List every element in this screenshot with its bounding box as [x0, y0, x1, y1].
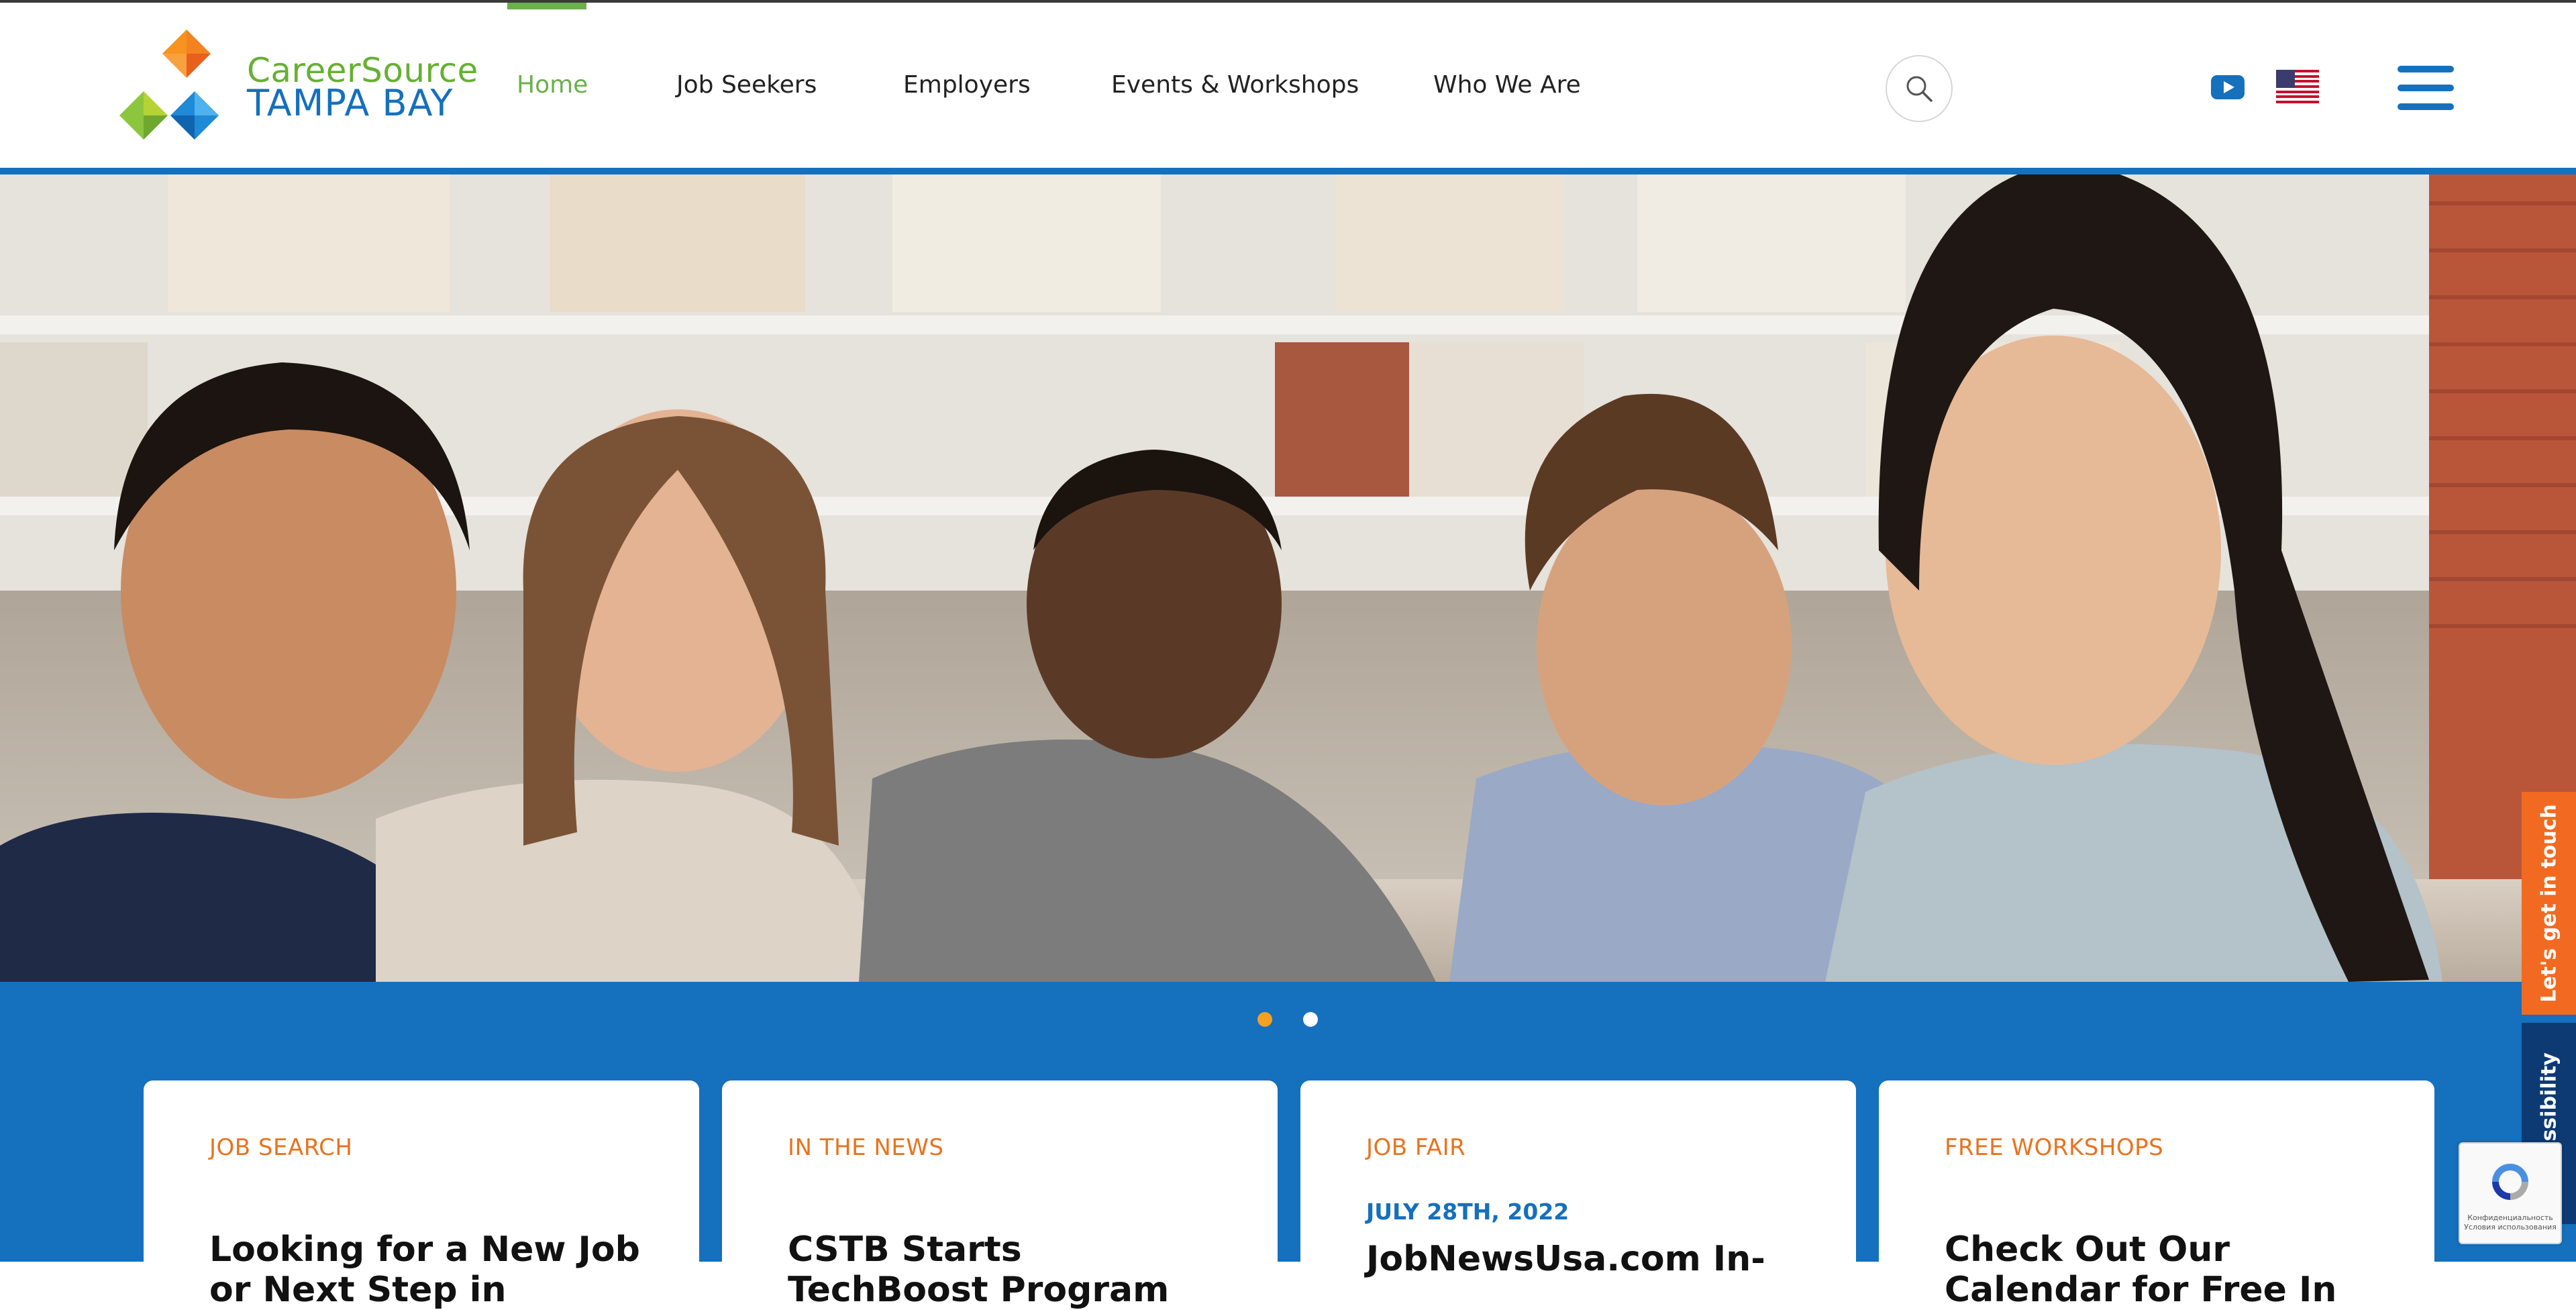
recaptcha-badge[interactable]: Конфиденциальность Условия использования — [2459, 1142, 2562, 1244]
hamburger-menu-icon[interactable] — [2398, 66, 2454, 110]
hero-image — [0, 174, 2576, 982]
recaptcha-icon — [2492, 1164, 2528, 1200]
recaptcha-privacy-link[interactable]: Конфиденциальность — [2460, 1213, 2561, 1223]
card-title[interactable]: CSTB Starts TechBoost Program — [788, 1229, 1231, 1310]
search-button[interactable] — [1886, 55, 1953, 122]
hero-slider[interactable] — [0, 174, 2576, 982]
recaptcha-terms-link[interactable]: Условия использования — [2460, 1223, 2561, 1232]
nav-label: Who We Are — [1433, 71, 1581, 99]
search-icon — [1906, 76, 1933, 102]
header-bottom-border — [0, 168, 2576, 174]
nav-item-job-seekers[interactable]: Job Seekers — [664, 3, 832, 170]
card-category: IN THE NEWS — [788, 1134, 944, 1161]
nav-item-home[interactable]: Home — [505, 3, 589, 170]
nav-item-who-we-are[interactable]: Who We Are — [1421, 3, 1596, 170]
site-header: CareerSource TAMPA BAY Home Job Seekers … — [0, 3, 2576, 168]
slider-dot-1[interactable] — [1257, 1012, 1272, 1027]
slider-dot-2[interactable] — [1303, 1012, 1318, 1027]
card-job-fair[interactable]: JOB FAIR JULY 28TH, 2022 JobNewsUsa.com … — [1300, 1080, 1856, 1282]
card-category: FREE WORKSHOPS — [1945, 1134, 2164, 1161]
site-logo[interactable]: CareerSource TAMPA BAY — [119, 27, 478, 152]
us-flag-icon[interactable] — [2276, 70, 2319, 103]
nav-label: Home — [517, 71, 588, 99]
card-category: JOB FAIR — [1366, 1134, 1466, 1161]
card-date: JULY 28TH, 2022 — [1366, 1199, 1569, 1225]
card-title[interactable]: Looking for a New Job or Next Step in — [209, 1229, 652, 1310]
recaptcha-links[interactable]: Конфиденциальность Условия использования — [2460, 1213, 2561, 1232]
card-category: JOB SEARCH — [209, 1134, 353, 1161]
logo-text-tampa-bay: TAMPA BAY — [247, 82, 454, 124]
lets-get-in-touch-tab[interactable]: Let's get in touch — [2522, 792, 2576, 1015]
nav-label: Employers — [903, 71, 1031, 99]
tab-label: Let's get in touch — [2537, 804, 2561, 1003]
card-title[interactable]: Check Out Our Calendar for Free In — [1945, 1229, 2387, 1310]
nav-item-employers[interactable]: Employers — [891, 3, 1039, 170]
card-job-search[interactable]: JOB SEARCH Looking for a New Job or Next… — [144, 1080, 699, 1310]
card-title[interactable]: JobNewsUsa.com In- — [1366, 1239, 1809, 1279]
card-free-workshops[interactable]: FREE WORKSHOPS Check Out Our Calendar fo… — [1879, 1080, 2434, 1310]
nav-label: Events & Workshops — [1111, 71, 1359, 99]
card-in-the-news[interactable]: IN THE NEWS CSTB Starts TechBoost Progra… — [722, 1080, 1278, 1310]
nav-item-events-workshops[interactable]: Events & Workshops — [1099, 3, 1368, 170]
nav-label: Job Seekers — [676, 71, 817, 99]
youtube-icon[interactable] — [2211, 75, 2245, 99]
careersource-logo-mark-icon — [119, 30, 219, 140]
